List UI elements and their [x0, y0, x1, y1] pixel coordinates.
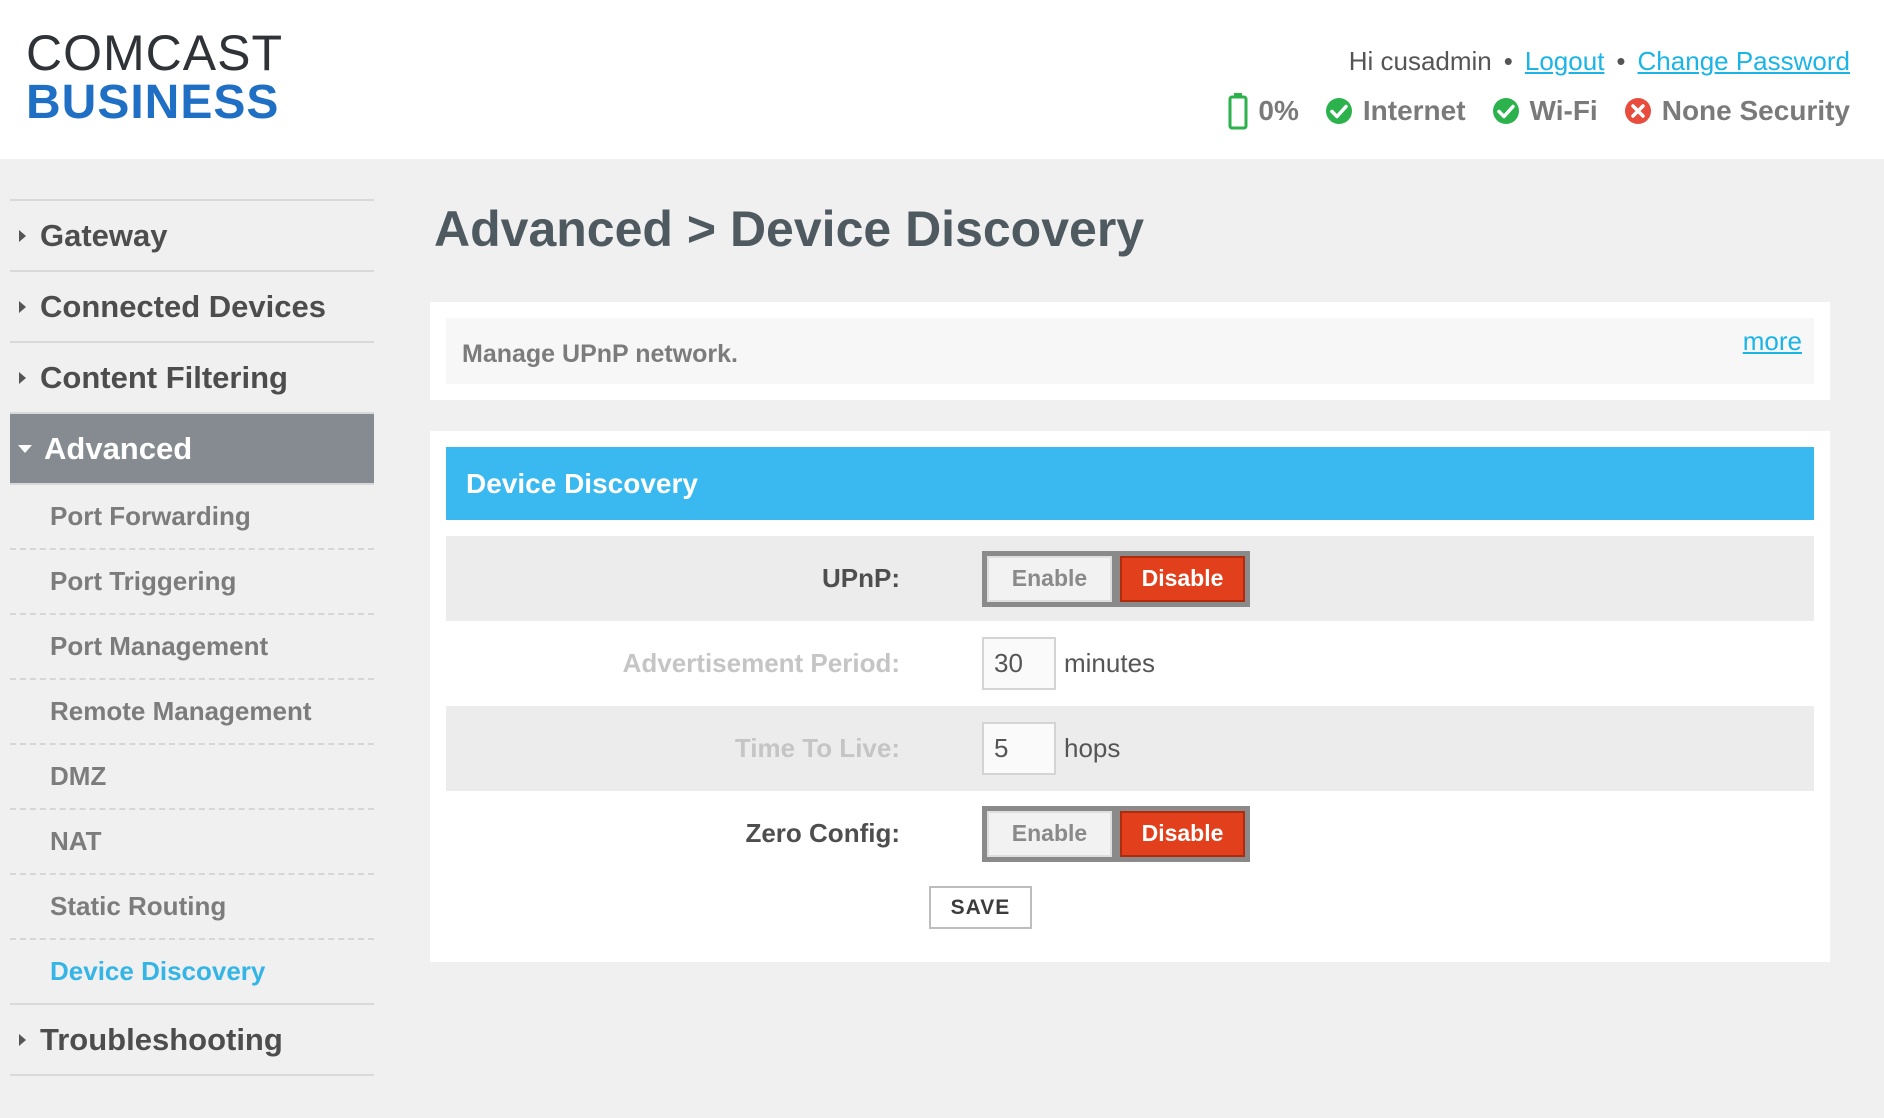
- greeting: Hi cusadmin: [1348, 46, 1492, 76]
- sidebar-item-label: Advanced: [44, 430, 193, 466]
- caret-right-icon: [19, 300, 26, 313]
- sidebar-item-advanced[interactable]: Advanced: [10, 412, 374, 483]
- hops-unit: hops: [1064, 733, 1121, 763]
- zero-config-row: Zero Config: Enable Disable: [446, 791, 1814, 876]
- advanced-submenu: Port Forwarding Port Triggering Port Man…: [10, 483, 374, 1005]
- sidebar-subitem-dmz[interactable]: DMZ: [10, 745, 374, 810]
- caret-right-icon: [19, 371, 26, 384]
- save-row: SAVE: [446, 876, 1814, 936]
- header: COMCAST BUSINESS Hi cusadmin • Logout • Chan…: [0, 0, 1884, 159]
- comcast-business-logo[interactable]: COMCAST BUSINESS: [26, 28, 283, 128]
- check-circle-icon: [1325, 98, 1352, 124]
- sidebar-subitem-remote-management[interactable]: Remote Management: [10, 680, 374, 745]
- advertisement-period-control: minutes: [982, 637, 1155, 690]
- upnp-disable-button[interactable]: Disable: [1120, 555, 1245, 602]
- logo-comcast-text: COMCAST: [26, 25, 283, 81]
- sidebar-item-label: Gateway: [40, 217, 168, 253]
- internet-label: Internet: [1362, 95, 1466, 126]
- zero-config-enable-button[interactable]: Enable: [987, 810, 1112, 857]
- minutes-unit: minutes: [1064, 648, 1156, 678]
- status-bar: 0% Internet Wi-Fi None Security: [1228, 92, 1850, 130]
- battery-icon: [1228, 93, 1248, 130]
- advertisement-period-row: Advertisement Period: minutes: [446, 621, 1814, 706]
- user-bar: Hi cusadmin • Logout • Change Password: [1349, 46, 1850, 77]
- security-label: None Security: [1661, 95, 1850, 126]
- zero-config-label: Zero Config:: [745, 818, 900, 848]
- sidebar-subitem-device-discovery[interactable]: Device Discovery: [10, 940, 374, 1005]
- caret-right-icon: [19, 229, 26, 242]
- check-circle-icon: [1492, 98, 1519, 124]
- caret-right-icon: [19, 1033, 26, 1046]
- logout-link[interactable]: Logout: [1525, 46, 1605, 76]
- logo-business-text: BUSINESS: [26, 76, 280, 129]
- device-discovery-panel: Device Discovery UPnP: Enable Disable Ad…: [430, 431, 1830, 962]
- more-link[interactable]: more: [1743, 326, 1802, 357]
- battery-status: 0%: [1228, 92, 1299, 130]
- upnp-toggle: Enable Disable: [982, 550, 1250, 607]
- change-password-link[interactable]: Change Password: [1638, 46, 1850, 76]
- zero-config-disable-button[interactable]: Disable: [1120, 810, 1245, 857]
- sidebar-item-label: Troubleshooting: [40, 1021, 283, 1057]
- advertisement-period-input[interactable]: [982, 637, 1056, 690]
- save-button[interactable]: SAVE: [929, 886, 1032, 929]
- time-to-live-row: Time To Live: hops: [446, 706, 1814, 791]
- upnp-enable-button[interactable]: Enable: [987, 555, 1112, 602]
- wifi-label: Wi-Fi: [1529, 95, 1598, 126]
- info-inner: Manage UPnP network. more: [446, 318, 1814, 384]
- time-to-live-input[interactable]: [982, 722, 1056, 775]
- zero-config-control: Enable Disable: [982, 805, 1250, 862]
- upnp-label: UPnP:: [822, 563, 900, 593]
- internet-status: Internet: [1325, 95, 1466, 127]
- upnp-row: UPnP: Enable Disable: [446, 536, 1814, 621]
- advertisement-period-label: Advertisement Period:: [622, 648, 900, 678]
- upnp-control: Enable Disable: [982, 550, 1250, 607]
- sidebar-subitem-static-routing[interactable]: Static Routing: [10, 875, 374, 940]
- security-status: None Security: [1624, 95, 1850, 127]
- sidebar: Gateway Connected Devices Content Filter…: [10, 199, 374, 1076]
- separator-dot: •: [1616, 46, 1626, 76]
- x-circle-icon: [1624, 98, 1651, 124]
- sidebar-item-gateway[interactable]: Gateway: [10, 199, 374, 270]
- time-to-live-label: Time To Live:: [734, 733, 900, 763]
- time-to-live-control: hops: [982, 722, 1120, 775]
- sidebar-subitem-port-triggering[interactable]: Port Triggering: [10, 550, 374, 615]
- sidebar-item-content-filtering[interactable]: Content Filtering: [10, 341, 374, 412]
- sidebar-item-label: Connected Devices: [40, 288, 326, 324]
- sidebar-item-troubleshooting[interactable]: Troubleshooting: [10, 1005, 374, 1076]
- info-box: Manage UPnP network. more: [430, 302, 1830, 400]
- caret-down-icon: [18, 444, 32, 453]
- separator-dot: •: [1503, 46, 1513, 76]
- info-description: Manage UPnP network.: [462, 340, 738, 368]
- battery-percent: 0%: [1258, 95, 1299, 126]
- wifi-status: Wi-Fi: [1492, 95, 1598, 127]
- page-title: Advanced > Device Discovery: [434, 201, 1145, 257]
- sidebar-subitem-port-management[interactable]: Port Management: [10, 615, 374, 680]
- sidebar-subitem-nat[interactable]: NAT: [10, 810, 374, 875]
- panel-title: Device Discovery: [446, 447, 1814, 520]
- sidebar-item-connected-devices[interactable]: Connected Devices: [10, 270, 374, 341]
- sidebar-item-label: Content Filtering: [40, 359, 288, 395]
- sidebar-subitem-port-forwarding[interactable]: Port Forwarding: [10, 485, 374, 550]
- zero-config-toggle: Enable Disable: [982, 805, 1250, 862]
